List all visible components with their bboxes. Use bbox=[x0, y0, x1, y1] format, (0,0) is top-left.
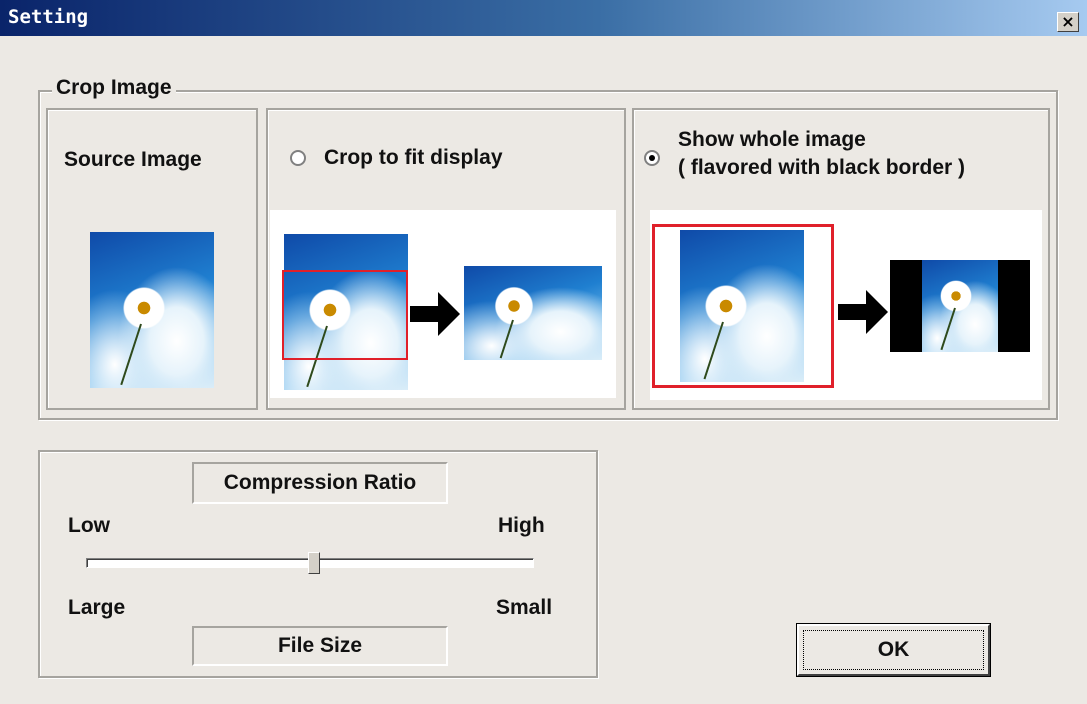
black-border-right bbox=[998, 260, 1030, 352]
show-whole-image-panel[interactable]: Show whole image ( flavored with black b… bbox=[632, 108, 1050, 410]
show-whole-image-label: Show whole image bbox=[678, 128, 866, 151]
crop-to-fit-panel[interactable]: Crop to fit display bbox=[266, 108, 626, 410]
source-image-panel: Source Image bbox=[46, 108, 258, 410]
compression-slider-thumb[interactable] bbox=[308, 552, 321, 574]
source-image-thumbnail bbox=[90, 232, 214, 388]
crop-to-fit-label: Crop to fit display bbox=[324, 146, 503, 169]
crop-result-image bbox=[464, 266, 602, 360]
file-size-label: File Size bbox=[192, 626, 448, 666]
title-bar: Setting × bbox=[0, 0, 1087, 36]
close-icon: × bbox=[1061, 12, 1075, 31]
show-whole-image-preview bbox=[650, 210, 1042, 400]
ok-button[interactable]: OK bbox=[796, 623, 991, 677]
close-button[interactable]: × bbox=[1057, 12, 1079, 32]
black-border-left bbox=[890, 260, 922, 352]
whole-original-image bbox=[680, 230, 804, 382]
low-label: Low bbox=[68, 514, 110, 537]
focus-rect bbox=[803, 630, 984, 670]
crop-image-legend: Crop Image bbox=[52, 76, 176, 100]
high-label: High bbox=[498, 514, 545, 537]
compression-ratio-label: Compression Ratio bbox=[192, 462, 448, 504]
crop-to-fit-preview bbox=[270, 210, 616, 398]
whole-result-image bbox=[922, 260, 998, 352]
show-whole-image-radio[interactable] bbox=[644, 150, 660, 166]
right-arrow-icon bbox=[410, 292, 460, 336]
crop-to-fit-radio[interactable] bbox=[290, 150, 306, 166]
small-label: Small bbox=[496, 596, 553, 619]
source-image-label: Source Image bbox=[64, 148, 202, 171]
show-whole-image-sublabel: ( flavored with black border ) bbox=[678, 156, 966, 179]
large-label: Large bbox=[68, 596, 126, 619]
window-title: Setting bbox=[8, 6, 89, 28]
right-arrow-icon bbox=[838, 290, 888, 334]
crop-region-highlight bbox=[282, 270, 408, 360]
